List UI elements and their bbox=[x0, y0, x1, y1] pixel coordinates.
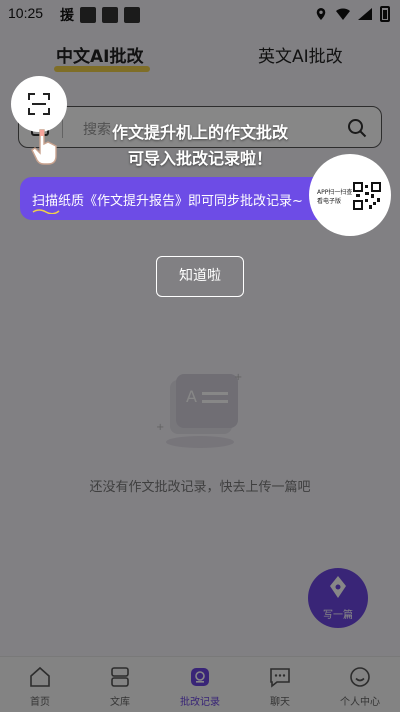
guide-title-line1: 作文提升机上的作文批改 bbox=[111, 123, 288, 142]
tip-text: 扫描纸质《作文提升报告》即可同步批改记录~ bbox=[32, 194, 303, 209]
tip-underline-squiggle bbox=[32, 209, 60, 214]
qr-caption: APP扫一扫查看电子版 bbox=[317, 189, 353, 205]
scan-report-tip: 扫描纸质《作文提升报告》即可同步批改记录~ bbox=[20, 177, 352, 220]
confirm-got-it-button[interactable]: 知道啦 bbox=[156, 256, 244, 297]
qr-code-icon bbox=[353, 182, 381, 210]
report-qr-highlight: APP扫一扫查看电子版 bbox=[309, 154, 391, 236]
scan-icon bbox=[28, 93, 50, 115]
